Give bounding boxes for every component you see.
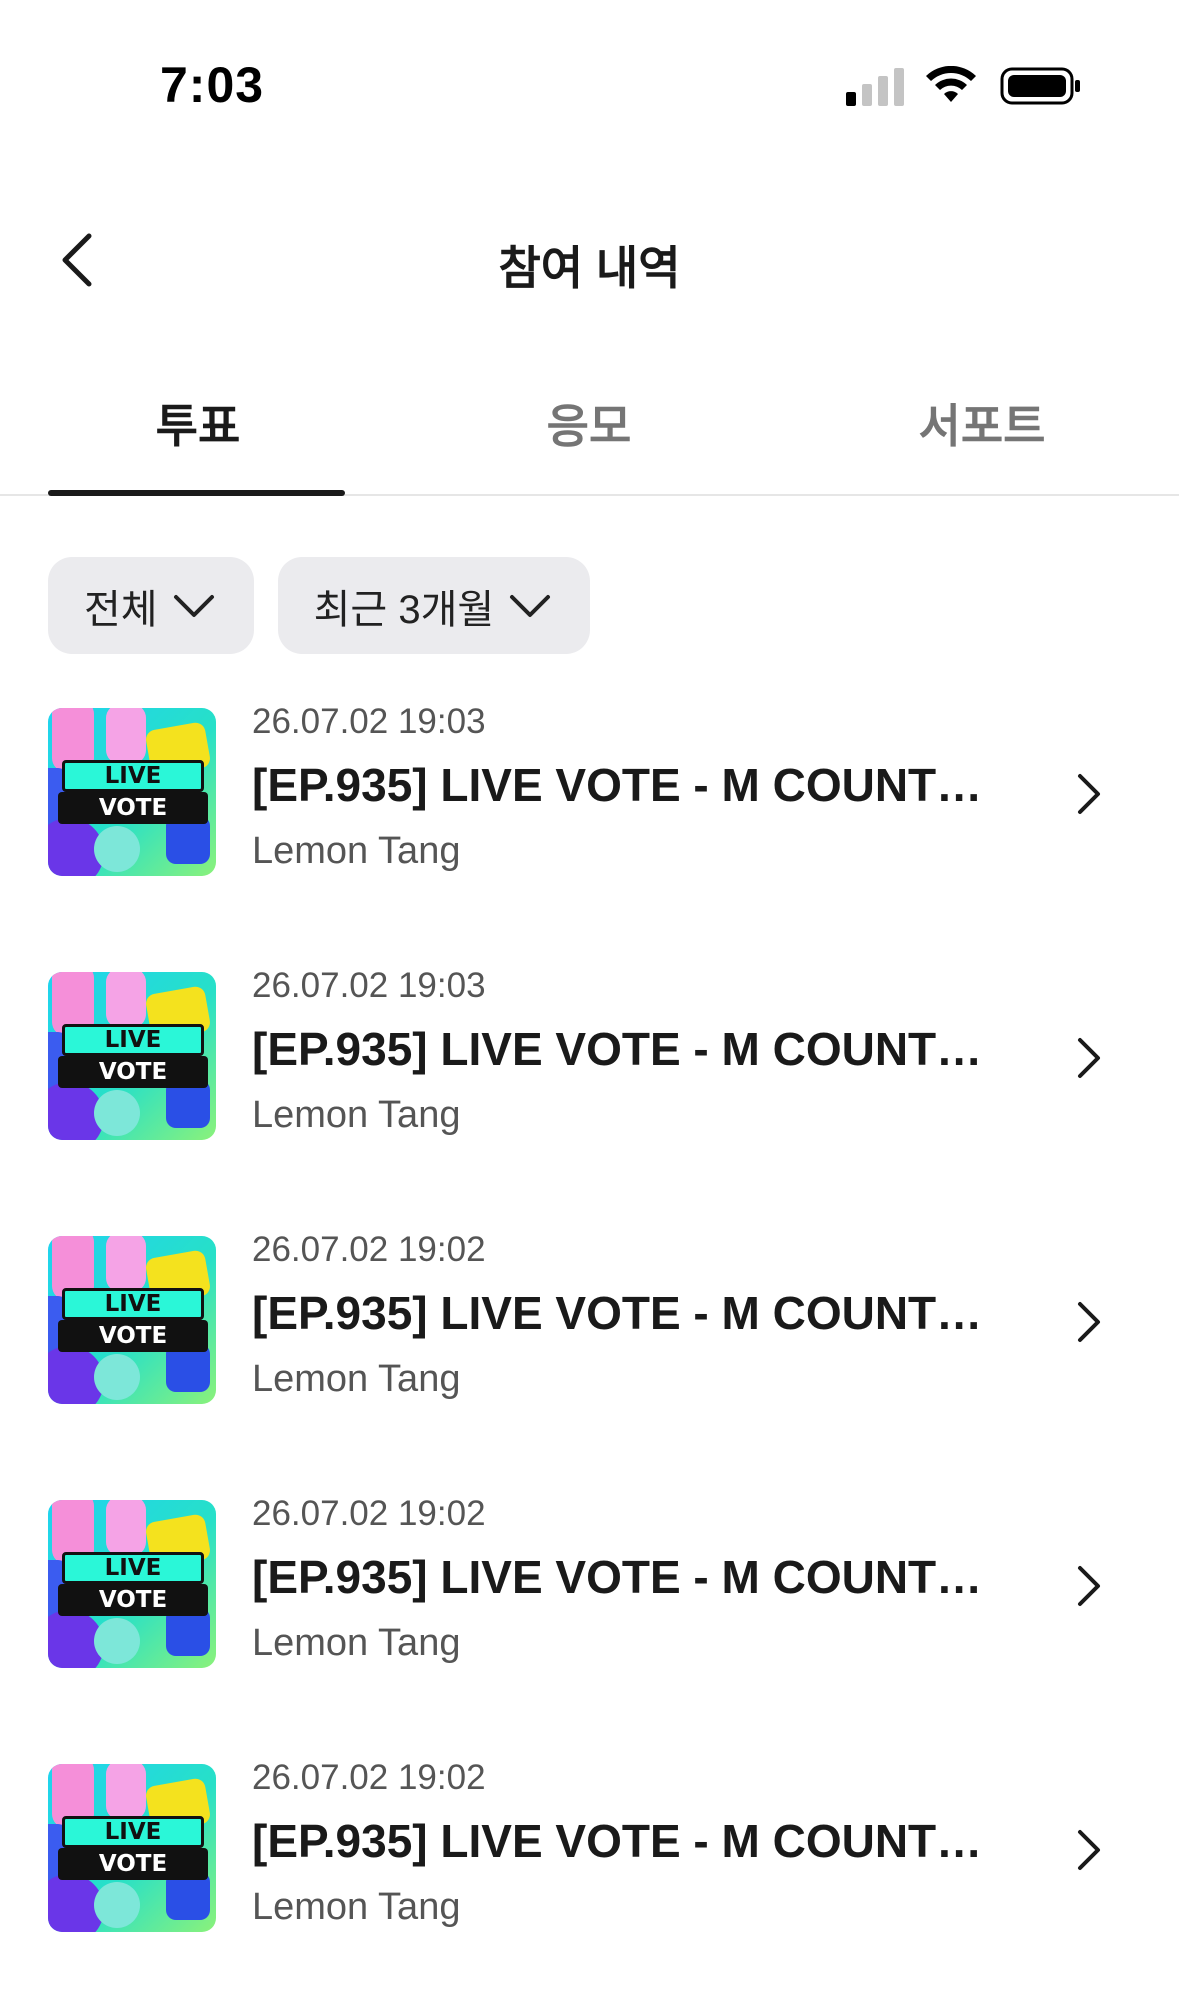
chevron-right-icon <box>1078 1038 1100 1078</box>
wifi-icon <box>926 66 976 102</box>
battery-icon <box>1000 67 1080 105</box>
tab-bar: 투표 응모 서포트 <box>0 370 1179 496</box>
thumb-vote-text: VOTE <box>58 1848 208 1880</box>
vote-thumbnail: LIVE VOTE <box>48 1236 216 1404</box>
item-title: [EP.935] LIVE VOTE - M COUNTDOWN <box>252 1815 1012 1867</box>
thumb-live-text: LIVE <box>62 760 204 792</box>
item-date: 26.07.02 19:02 <box>252 1758 486 1797</box>
vote-thumbnail: LIVE VOTE <box>48 708 216 876</box>
category-filter-dropdown[interactable]: 전체 <box>48 557 254 654</box>
chevron-right-icon <box>1078 1302 1100 1342</box>
category-filter-label: 전체 <box>84 587 158 632</box>
chevron-right-icon <box>1078 774 1100 814</box>
thumb-vote-text: VOTE <box>58 1584 208 1616</box>
cellular-signal-icon <box>846 68 904 106</box>
tab-support[interactable]: 서포트 <box>832 390 1132 456</box>
item-date: 26.07.02 19:02 <box>252 1230 486 1269</box>
list-item[interactable]: LIVE VOTE 26.07.02 19:02 [EP.935] LIVE V… <box>0 1228 1179 1492</box>
filter-row: 전체 최근 3개월 <box>48 557 591 654</box>
top-nav-bar: 참여 내역 <box>0 190 1179 330</box>
item-date: 26.07.02 19:03 <box>252 702 486 741</box>
thumb-live-text: LIVE <box>62 1552 204 1584</box>
item-author: Lemon Tang <box>252 1622 461 1664</box>
active-tab-indicator <box>48 490 345 496</box>
item-title: [EP.935] LIVE VOTE - M COUNTDOWN <box>252 1551 1012 1603</box>
tab-entry[interactable]: 응모 <box>439 390 739 456</box>
item-author: Lemon Tang <box>252 830 461 872</box>
thumb-live-text: LIVE <box>62 1288 204 1320</box>
status-time: 7:03 <box>160 57 265 113</box>
item-title: [EP.935] LIVE VOTE - M COUNTDOWN <box>252 1287 1012 1339</box>
item-title: [EP.935] LIVE VOTE - M COUNTDOWN <box>252 759 1012 811</box>
thumb-vote-text: VOTE <box>58 1056 208 1088</box>
item-date: 26.07.02 19:02 <box>252 1494 486 1533</box>
period-filter-label: 최근 3개월 <box>313 587 495 632</box>
page-title: 참여 내역 <box>498 242 681 294</box>
chevron-down-icon <box>510 594 551 617</box>
participation-list: LIVE VOTE 26.07.02 19:03 [EP.935] LIVE V… <box>0 700 1179 2001</box>
list-item[interactable]: LIVE VOTE 26.07.02 19:02 [EP.935] LIVE V… <box>0 1492 1179 1756</box>
period-filter-dropdown[interactable]: 최근 3개월 <box>277 557 591 654</box>
thumb-vote-text: VOTE <box>58 792 208 824</box>
item-author: Lemon Tang <box>252 1358 461 1400</box>
list-item[interactable]: LIVE VOTE 26.07.02 19:03 [EP.935] LIVE V… <box>0 700 1179 964</box>
tab-vote[interactable]: 투표 <box>48 390 348 456</box>
item-author: Lemon Tang <box>252 1886 461 1928</box>
status-bar: 7:03 <box>0 0 1179 150</box>
chevron-down-icon <box>173 594 214 617</box>
thumb-live-text: LIVE <box>62 1816 204 1848</box>
list-item[interactable]: LIVE VOTE 26.07.02 19:02 [EP.935] LIVE V… <box>0 1756 1179 2001</box>
vote-thumbnail: LIVE VOTE <box>48 1500 216 1668</box>
vote-thumbnail: LIVE VOTE <box>48 972 216 1140</box>
vote-thumbnail: LIVE VOTE <box>48 1764 216 1932</box>
item-date: 26.07.02 19:03 <box>252 966 486 1005</box>
list-item[interactable]: LIVE VOTE 26.07.02 19:03 [EP.935] LIVE V… <box>0 964 1179 1228</box>
chevron-right-icon <box>1078 1566 1100 1606</box>
item-author: Lemon Tang <box>252 1094 461 1136</box>
thumb-live-text: LIVE <box>62 1024 204 1056</box>
item-title: [EP.935] LIVE VOTE - M COUNTDOWN <box>252 1023 1012 1075</box>
chevron-right-icon <box>1078 1830 1100 1870</box>
thumb-vote-text: VOTE <box>58 1320 208 1352</box>
